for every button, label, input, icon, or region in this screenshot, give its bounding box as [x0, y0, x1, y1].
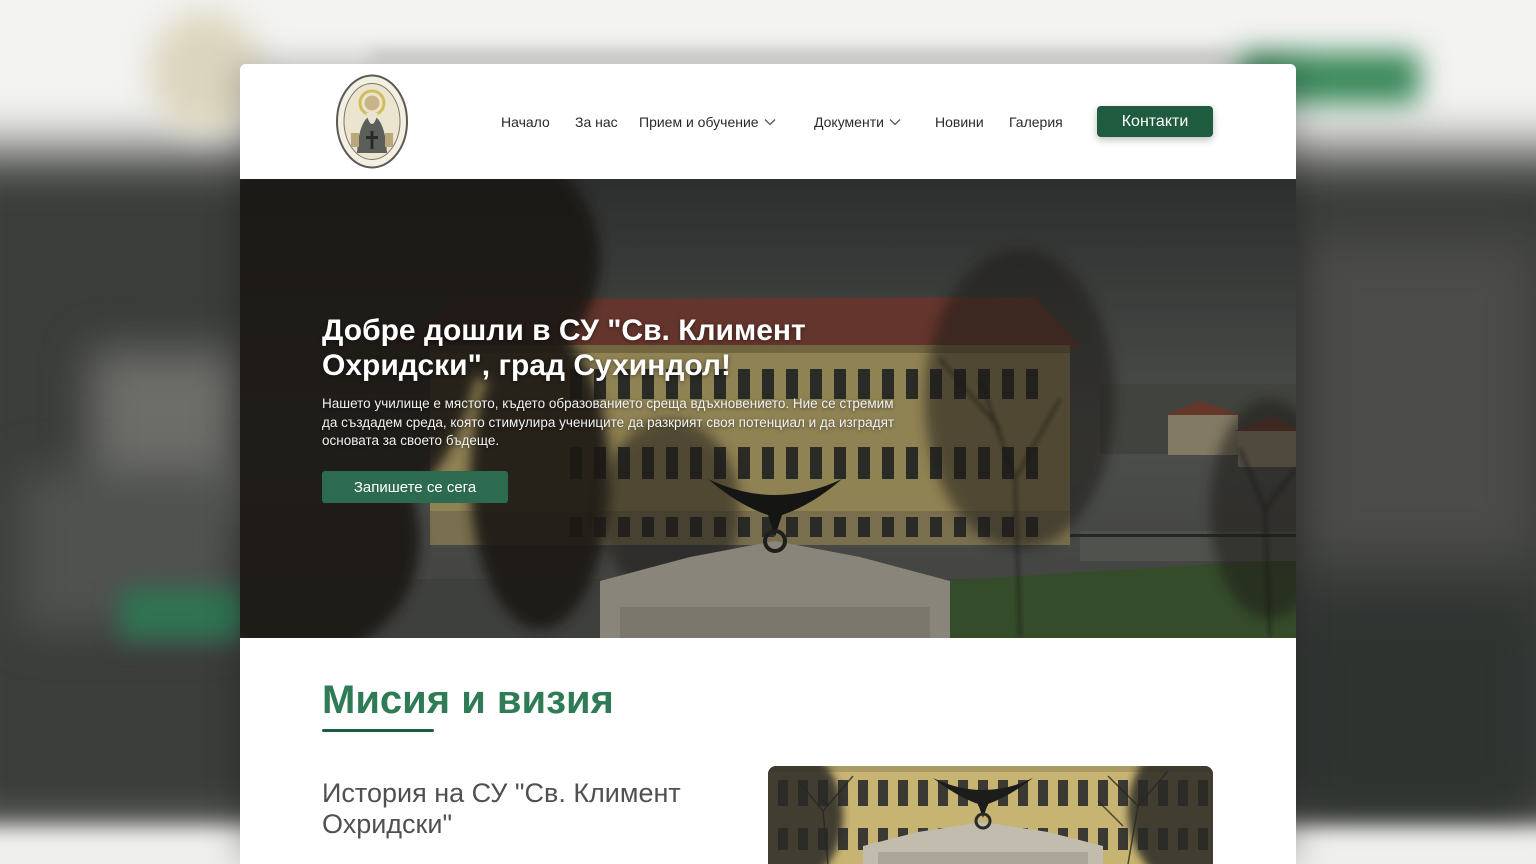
nav-documents-label: Документи: [814, 114, 884, 130]
building-window: [1118, 780, 1128, 806]
nav-documents[interactable]: Документи: [814, 112, 901, 132]
building-window: [1078, 780, 1088, 806]
building-window: [878, 780, 888, 806]
nav-admission-label: Прием и обучение: [639, 114, 759, 130]
nav-gallery-label: Галерия: [1009, 114, 1063, 130]
building-window: [1058, 780, 1068, 806]
nav-about-label: За нас: [575, 114, 618, 130]
chevron-down-icon: [764, 119, 776, 126]
building-window: [1118, 828, 1128, 850]
building-window: [1038, 780, 1048, 806]
history-image: [768, 766, 1213, 864]
hero-title: Добре дошли в СУ "Св. Климент Охридски",…: [322, 314, 806, 382]
school-logo[interactable]: [335, 73, 409, 170]
mission-heading: Мисия и визия: [322, 678, 614, 722]
history-title: История на СУ "Св. Климент Охридски": [322, 778, 681, 839]
site-card: Начало За нас Прием и обучение Документи…: [240, 64, 1296, 864]
hero-description: Нашето училище е мястото, където образов…: [322, 396, 895, 448]
chevron-down-icon: [889, 119, 901, 126]
nav-news-label: Новини: [935, 114, 984, 130]
nav-admission[interactable]: Прием и обучение: [639, 112, 776, 132]
site-header: Начало За нас Прием и обучение Документи…: [240, 64, 1296, 179]
nav-home-label: Начало: [501, 114, 550, 130]
enroll-now-button[interactable]: Запишете се сега: [322, 471, 508, 503]
hero-section: Добре дошли в СУ "Св. Климент Охридски",…: [240, 179, 1296, 638]
contacts-button[interactable]: Контакти: [1097, 106, 1213, 137]
heading-underline: [322, 729, 434, 732]
building-window: [898, 780, 908, 806]
school-building-photo: [768, 766, 1213, 864]
nav-about[interactable]: За нас: [575, 112, 618, 132]
nav-home[interactable]: Начало: [501, 112, 550, 132]
nav-gallery[interactable]: Галерия: [1009, 112, 1063, 132]
school-emblem-icon: [336, 74, 408, 169]
building-window: [858, 780, 868, 806]
nav-news[interactable]: Новини: [935, 112, 984, 132]
building-window: [918, 780, 928, 806]
